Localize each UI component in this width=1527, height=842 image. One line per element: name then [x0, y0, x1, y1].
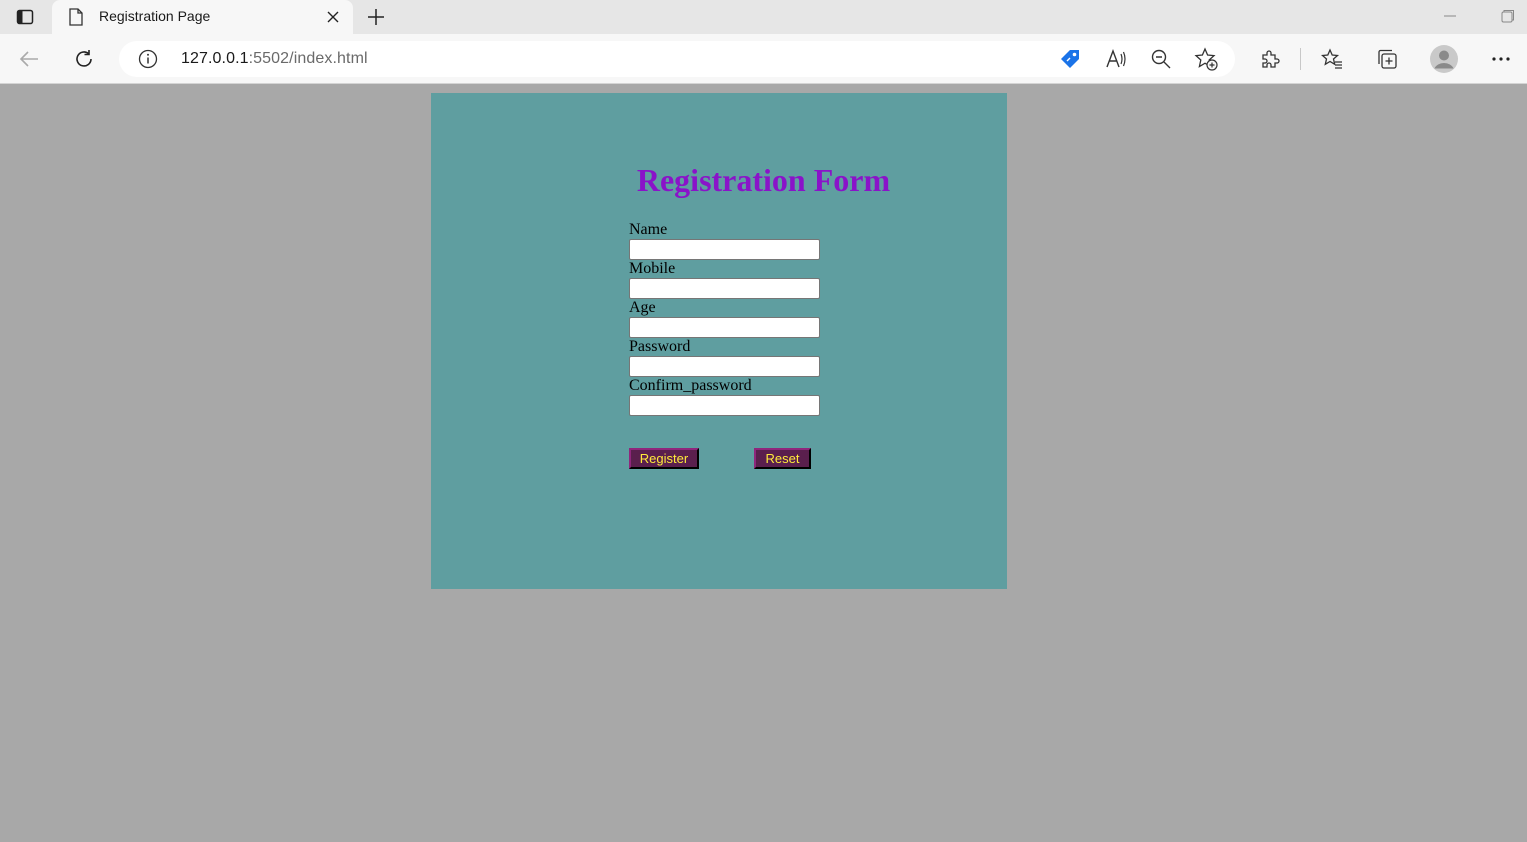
tab-strip: Registration Page: [0, 0, 1527, 35]
toolbar-divider: [1300, 48, 1301, 70]
back-arrow-icon[interactable]: [15, 45, 43, 73]
tab-actions-icon[interactable]: [8, 4, 42, 30]
zoom-out-icon[interactable]: [1149, 47, 1173, 71]
tab-title: Registration Page: [99, 8, 211, 24]
read-aloud-icon[interactable]: [1104, 47, 1128, 71]
close-icon[interactable]: [323, 7, 343, 27]
registration-form: Name Mobile Age Password Confirm_passwor…: [629, 221, 869, 416]
age-label: Age: [629, 299, 656, 316]
url-text: 127.0.0.1:5502/index.html: [181, 50, 368, 68]
tag-icon[interactable]: [1058, 47, 1082, 71]
confirm-password-input[interactable]: [629, 395, 820, 416]
confirm-password-label: Confirm_password: [629, 377, 752, 394]
mobile-input[interactable]: [629, 278, 820, 299]
url-host: 127.0.0.1: [181, 50, 249, 67]
url-path: :5502/index.html: [248, 50, 368, 67]
field-mobile: Mobile: [629, 260, 869, 299]
refresh-icon[interactable]: [70, 45, 98, 73]
address-bar[interactable]: 127.0.0.1:5502/index.html: [119, 41, 1235, 77]
name-input[interactable]: [629, 239, 820, 260]
field-confirm-password: Confirm_password: [629, 377, 869, 416]
mobile-label: Mobile: [629, 260, 676, 277]
profile-avatar-icon[interactable]: [1428, 45, 1460, 73]
page-icon: [68, 8, 84, 31]
field-age: Age: [629, 299, 869, 338]
add-favorite-icon[interactable]: [1194, 47, 1218, 71]
favorites-icon[interactable]: [1318, 45, 1346, 73]
puzzle-icon[interactable]: [1256, 45, 1284, 73]
password-label: Password: [629, 338, 691, 355]
reset-button[interactable]: Reset: [754, 448, 811, 469]
restore-icon[interactable]: [1497, 8, 1517, 26]
collections-icon[interactable]: [1373, 45, 1401, 73]
page-title: Registration Form: [636, 162, 891, 198]
more-dots-icon[interactable]: [1487, 45, 1515, 73]
name-label: Name: [629, 221, 668, 238]
minimize-icon[interactable]: [1440, 8, 1460, 26]
info-icon[interactable]: [138, 49, 158, 74]
field-name: Name: [629, 221, 869, 260]
age-input[interactable]: [629, 317, 820, 338]
browser-toolbar: 127.0.0.1:5502/index.html: [0, 34, 1527, 84]
plus-icon[interactable]: [364, 5, 388, 29]
field-password: Password: [629, 338, 869, 377]
password-input[interactable]: [629, 356, 820, 377]
tab-registration[interactable]: Registration Page: [52, 0, 353, 35]
register-button[interactable]: Register: [629, 448, 699, 469]
